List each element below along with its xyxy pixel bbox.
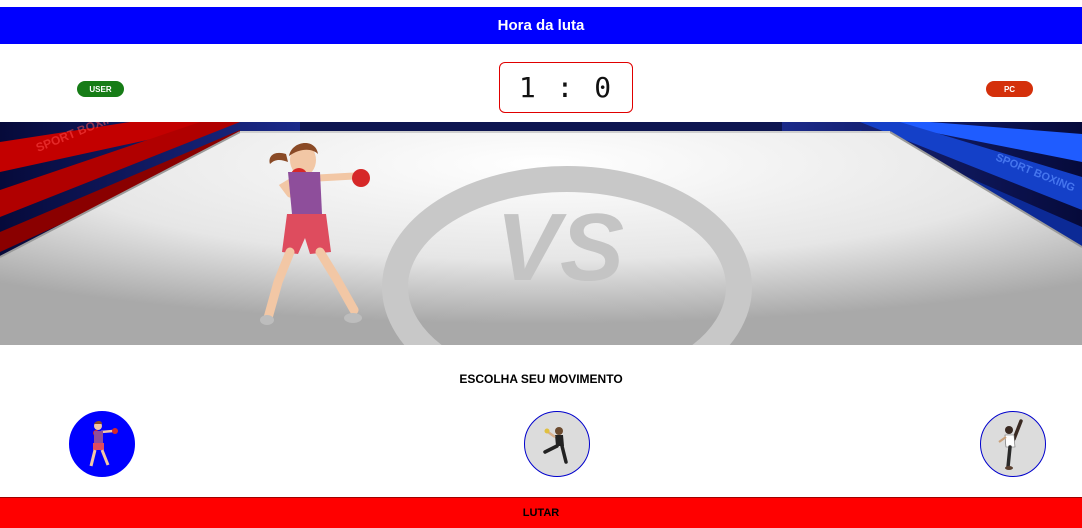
move-high-kick-button[interactable]	[980, 411, 1046, 477]
user-badge: USER	[77, 81, 124, 97]
move-prompt: ESCOLHA SEU MOVIMENTO	[459, 372, 623, 386]
move-punch-button[interactable]	[69, 411, 135, 477]
punch-boxer-icon	[89, 421, 118, 467]
header-bar: Hora da luta	[0, 7, 1082, 44]
kick-fighter-icon	[543, 427, 568, 464]
move-kick-button[interactable]	[524, 411, 590, 477]
high-kick-fighter-icon	[998, 419, 1023, 470]
pc-badge: PC	[986, 81, 1033, 97]
fight-button[interactable]: LUTAR	[0, 497, 1082, 528]
boxing-ring: SPORT BOXING SPORT BOXING VS	[0, 122, 1082, 345]
page-title: Hora da luta	[497, 17, 585, 34]
vs-emblem-text: VS	[496, 194, 624, 301]
boxer-right-glove	[352, 169, 370, 187]
scoreboard: 1 : 0	[499, 62, 633, 113]
ring-scene: SPORT BOXING SPORT BOXING VS	[0, 122, 1082, 345]
